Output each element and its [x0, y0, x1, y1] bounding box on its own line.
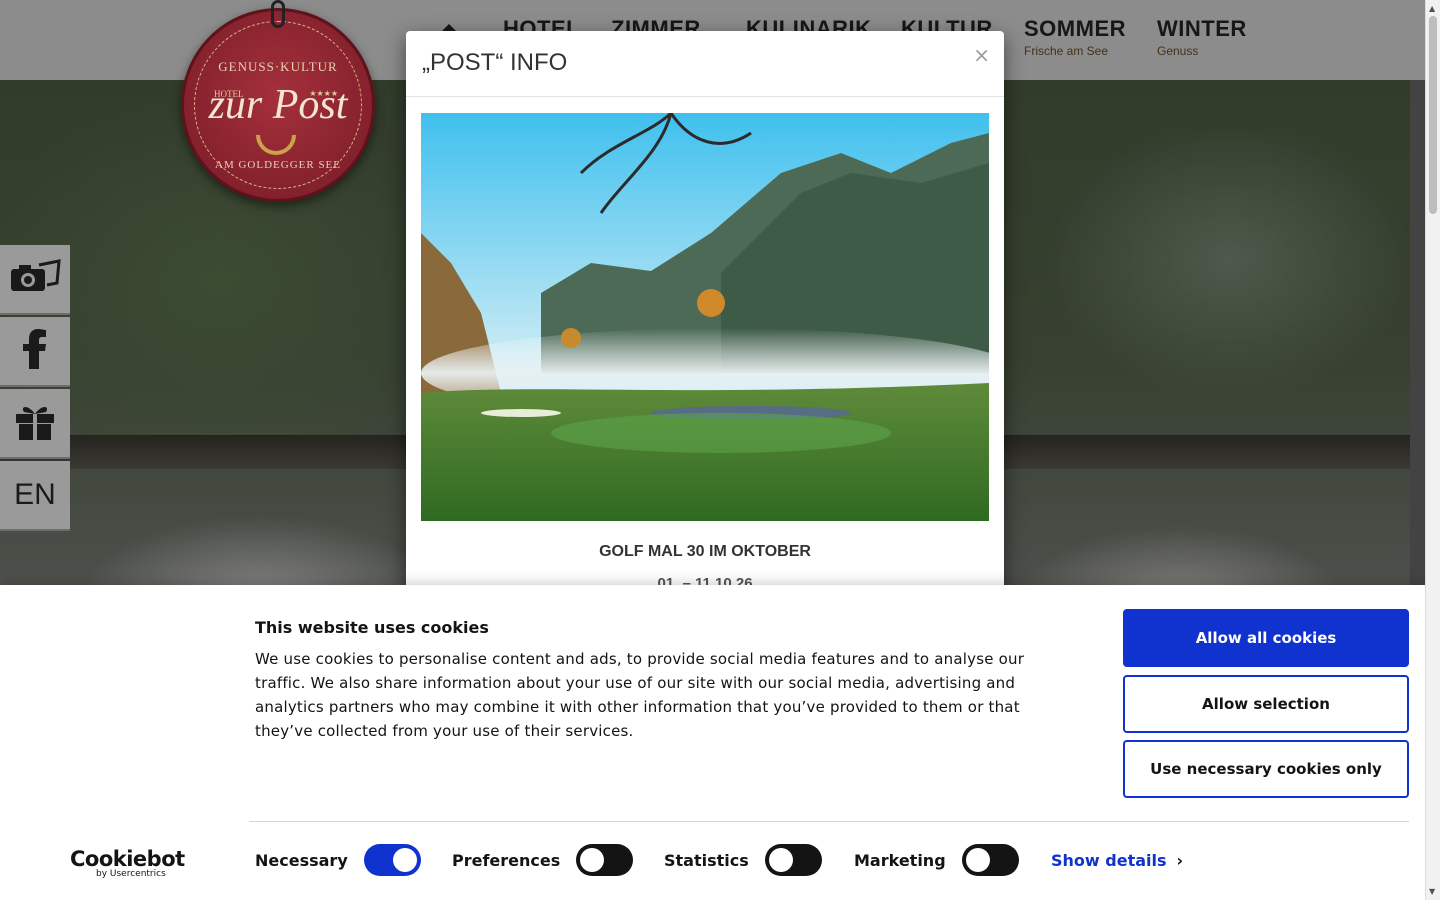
modal-title: „POST“ INFO — [422, 49, 568, 76]
statistics-toggle[interactable] — [764, 844, 822, 876]
show-details-label: Show details — [1051, 851, 1167, 870]
logo-location: AM GOLDEGGER SEE — [215, 159, 341, 171]
modal-header: „POST“ INFO × — [406, 31, 1004, 97]
show-details-link[interactable]: Show details › — [1051, 851, 1183, 870]
page-scrollbar[interactable]: ▲ ▼ — [1425, 0, 1440, 900]
toggle-knob — [580, 848, 605, 872]
camera-icon — [9, 259, 61, 299]
hotel-logo[interactable]: GENUSS·KULTUR HOTEL ★★★★ zur Post AM GOL… — [181, 8, 375, 202]
logo-hook-icon — [271, 0, 285, 28]
event-title: GOLF MAL 30 IM OKTOBER — [599, 543, 811, 560]
facebook-button[interactable] — [0, 317, 70, 387]
golf-course-photo — [421, 113, 989, 521]
toggle-marketing: Marketing — [854, 844, 1019, 876]
toggle-statistics: Statistics — [664, 844, 822, 876]
necessary-toggle[interactable] — [363, 844, 421, 876]
cookie-description: We use cookies to personalise content an… — [255, 650, 1025, 740]
scroll-down-icon[interactable]: ▼ — [1429, 887, 1435, 896]
necessary-cookies-only-button[interactable]: Use necessary cookies only — [1123, 740, 1409, 798]
facebook-icon — [23, 329, 47, 373]
preferences-toggle[interactable] — [576, 844, 634, 876]
close-icon[interactable]: × — [973, 43, 990, 67]
toggle-knob — [768, 848, 793, 872]
allow-all-cookies-button[interactable]: Allow all cookies — [1123, 609, 1409, 667]
toggle-label: Marketing — [854, 850, 946, 870]
gallery-button[interactable] — [0, 245, 70, 315]
logo-tagline: GENUSS·KULTUR — [218, 59, 338, 74]
toggle-label: Preferences — [452, 850, 561, 870]
gift-icon — [14, 402, 56, 444]
chevron-right-icon: › — [1176, 851, 1184, 870]
scroll-up-icon[interactable]: ▲ — [1429, 4, 1435, 13]
allow-selection-button[interactable]: Allow selection — [1123, 675, 1409, 733]
cookie-banner: This website uses cookies We use cookies… — [0, 585, 1425, 900]
scroll-thumb[interactable] — [1429, 16, 1437, 214]
toggle-knob — [392, 848, 417, 872]
info-modal: „POST“ INFO × GOLF MAL 30 IM OKTOBER 01.… — [406, 31, 1004, 631]
cookie-title: This website uses cookies — [255, 618, 489, 637]
logo-name: zur Post — [208, 82, 348, 128]
voucher-button[interactable] — [0, 389, 70, 459]
language-switch[interactable]: EN — [0, 461, 70, 531]
cookie-divider — [249, 821, 1409, 822]
marketing-toggle[interactable] — [961, 844, 1019, 876]
toggle-label: Statistics — [664, 850, 749, 870]
cookiebot-wordmark: Cookiebot — [70, 847, 185, 871]
side-toolbar: EN — [0, 245, 70, 533]
toggle-necessary: Necessary — [255, 844, 421, 876]
toggle-label: Necessary — [255, 850, 348, 870]
toggle-knob — [965, 848, 990, 872]
toggle-preferences: Preferences — [452, 844, 634, 876]
cookiebot-logo[interactable]: Cookiebot by Usercentrics — [70, 847, 185, 879]
